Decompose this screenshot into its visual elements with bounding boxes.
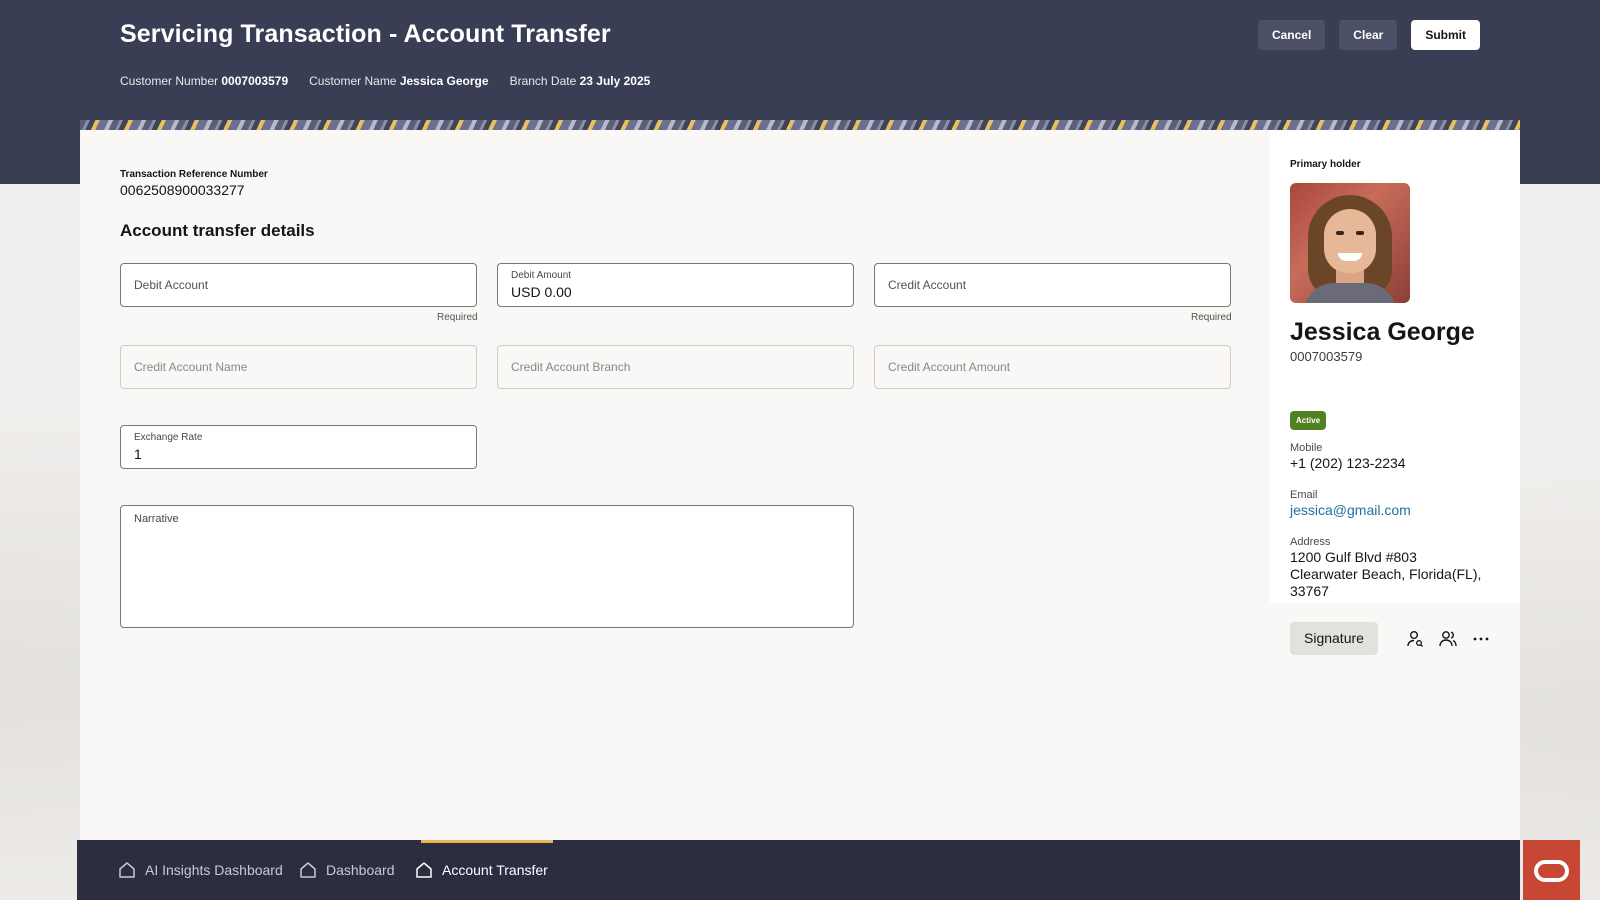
debit-account-placeholder: Debit Account xyxy=(134,278,209,292)
person-search-icon[interactable] xyxy=(1405,629,1425,649)
debit-account-field[interactable]: Debit Account xyxy=(120,263,477,307)
debit-amount-value: USD 0.00 xyxy=(511,284,572,300)
narrative-placeholder: Narrative xyxy=(134,513,179,525)
debit-account-required-hint: Required xyxy=(437,312,478,323)
exchange-rate-value: 1 xyxy=(134,446,142,462)
holder-number: 0007003579 xyxy=(1290,349,1363,364)
oracle-ring-icon xyxy=(1534,860,1569,882)
section-title: Account transfer details xyxy=(120,221,315,240)
branch-date-meta: Branch Date 23 July 2025 xyxy=(509,74,651,88)
submit-button[interactable]: Submit xyxy=(1411,20,1480,50)
status-badge: Active xyxy=(1290,411,1327,430)
avatar xyxy=(1290,183,1410,303)
exchange-rate-field[interactable]: Exchange Rate 1 xyxy=(120,425,477,469)
header-actions: Cancel Clear Submit xyxy=(1257,20,1480,50)
tab-account-transfer[interactable]: Account Transfer xyxy=(415,840,548,900)
exchange-rate-label: Exchange Rate xyxy=(134,432,203,443)
signature-button[interactable]: Signature xyxy=(1290,622,1378,655)
tab-dashboard[interactable]: Dashboard xyxy=(299,840,395,900)
credit-account-name-placeholder: Credit Account Name xyxy=(134,360,248,374)
credit-account-amount-placeholder: Credit Account Amount xyxy=(888,360,1011,374)
credit-account-field[interactable]: Credit Account xyxy=(874,263,1231,307)
customer-name-meta: Customer Name Jessica George xyxy=(309,74,489,88)
oracle-logo[interactable] xyxy=(1523,840,1580,900)
address-line-1: 1200 Gulf Blvd #803 xyxy=(1290,549,1417,565)
primary-holder-label: Primary holder xyxy=(1290,159,1361,170)
tab-ai-insights-dashboard[interactable]: AI Insights Dashboard xyxy=(118,840,283,900)
email-info: Email jessica@gmail.com xyxy=(1290,489,1411,518)
home-icon xyxy=(119,862,135,878)
bottom-navigation: AI Insights Dashboard Dashboard Account … xyxy=(77,840,1520,900)
address-line-3: 33767 xyxy=(1290,583,1329,599)
address-line-2: Clearwater Beach, Florida(FL), xyxy=(1290,566,1482,582)
email-link[interactable]: jessica@gmail.com xyxy=(1290,502,1411,518)
page-title: Servicing Transaction - Account Transfer xyxy=(120,20,611,48)
narrative-textarea[interactable]: Narrative xyxy=(120,505,854,628)
mobile-info: Mobile +1 (202) 123-2234 xyxy=(1290,442,1406,471)
credit-account-name-field: Credit Account Name xyxy=(120,345,477,389)
reference-label: Transaction Reference Number xyxy=(120,169,268,180)
reference-value: 0062508900033277 xyxy=(120,182,245,198)
credit-account-placeholder: Credit Account xyxy=(888,278,967,292)
people-icon[interactable] xyxy=(1438,629,1458,649)
credit-account-amount-field: Credit Account Amount xyxy=(874,345,1231,389)
debit-amount-field[interactable]: Debit Amount USD 0.00 xyxy=(497,263,854,307)
mobile-value: +1 (202) 123-2234 xyxy=(1290,455,1406,471)
debit-amount-label: Debit Amount xyxy=(511,270,572,281)
home-icon xyxy=(416,862,432,878)
holder-name: Jessica George xyxy=(1290,318,1475,346)
transaction-card: Transaction Reference Number 00625089000… xyxy=(80,120,1520,840)
credit-account-branch-field: Credit Account Branch xyxy=(497,345,854,389)
address-info: Address 1200 Gulf Blvd #803 Clearwater B… xyxy=(1290,536,1482,599)
credit-account-required-hint: Required xyxy=(1191,312,1232,323)
clear-button[interactable]: Clear xyxy=(1339,20,1398,50)
cancel-button[interactable]: Cancel xyxy=(1257,20,1326,50)
credit-account-branch-placeholder: Credit Account Branch xyxy=(511,360,631,374)
customer-meta: Customer Number 0007003579 Customer Name… xyxy=(120,74,650,88)
decorative-banner xyxy=(80,120,1520,130)
home-icon xyxy=(300,862,316,878)
customer-number-meta: Customer Number 0007003579 xyxy=(120,74,289,88)
customer-details: Primary holder Jessica George 0007003579… xyxy=(1270,130,1520,603)
customer-panel: Primary holder Jessica George 0007003579… xyxy=(1270,130,1520,840)
more-icon[interactable] xyxy=(1471,629,1491,649)
